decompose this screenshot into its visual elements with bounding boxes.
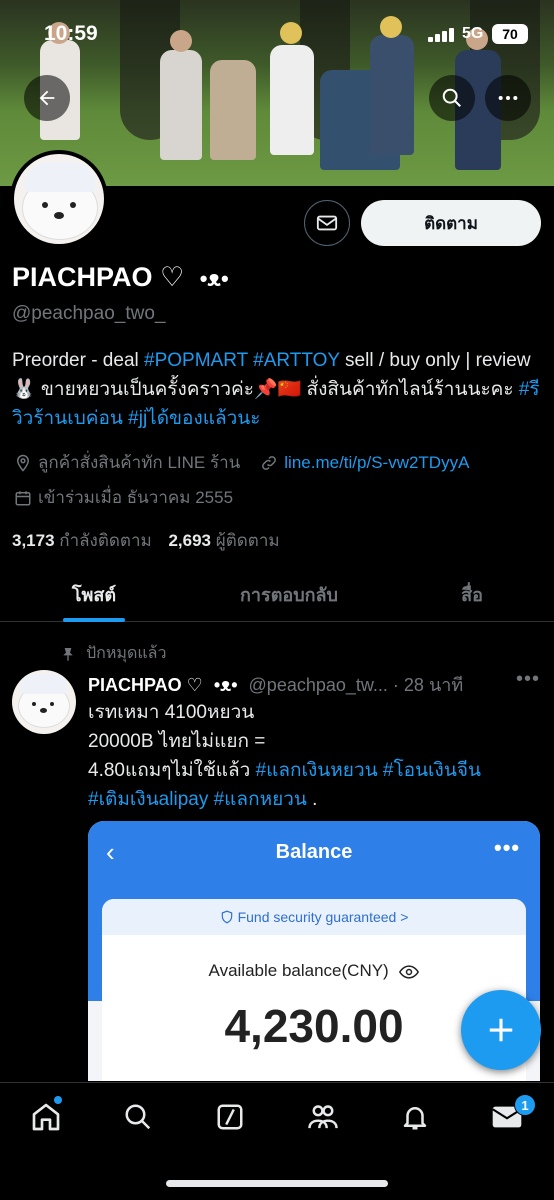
security-text: Fund security guaranteed > — [237, 909, 409, 925]
followers-label: ผู้ติดตาม — [215, 531, 280, 550]
plus-icon — [489, 1018, 513, 1042]
bio-hashtag-popmart[interactable]: #POPMART — [144, 350, 248, 371]
followers-link[interactable]: 2,693 ผู้ติดตาม — [168, 531, 279, 550]
profile-website-link[interactable]: line.me/ti/p/S-vw2TDyyA — [284, 453, 469, 473]
status-time: 10:59 — [44, 22, 98, 45]
post-header: PIACHPAO ♡ •ᴥ• @peachpao_tw... · 28 นาที — [88, 670, 508, 699]
post-hashtag-4[interactable]: #แลกหยวน — [214, 789, 307, 810]
following-count: 3,173 — [12, 531, 55, 550]
profile-handle: @peachpao_two_ — [12, 303, 166, 324]
profile-name: PIACHPAO ♡ •ᴥ• — [12, 262, 229, 293]
tab-replies[interactable]: การตอบกลับ — [188, 566, 390, 622]
security-banner: Fund security guaranteed > — [102, 899, 526, 935]
link-icon — [262, 455, 277, 470]
nav-search[interactable] — [118, 1097, 158, 1137]
post-avatar[interactable] — [12, 670, 76, 734]
eye-icon — [399, 964, 420, 979]
profile-location: ลูกค้าสั่งสินค้าทัก LINE ร้าน — [38, 453, 241, 472]
calendar-icon — [15, 490, 31, 505]
home-notification-dot — [54, 1096, 62, 1104]
messages-badge: 1 — [514, 1094, 536, 1116]
balance-card: Fund security guaranteed > Available bal… — [102, 899, 526, 1081]
grok-icon — [217, 1104, 243, 1130]
post-hashtag-2[interactable]: #โอนเงินจีน — [383, 760, 481, 781]
search-icon — [442, 88, 461, 107]
following-link[interactable]: 3,173 กำลังติดตาม — [12, 531, 152, 550]
post-body: เรทเหมา 4100หยวน 20000B ไทยไม่แยก = 4.80… — [88, 702, 266, 781]
balance-label: Available balance(CNY) — [102, 961, 526, 981]
post-more-icon[interactable]: ••• — [516, 668, 540, 691]
post-author-suffix: •ᴥ• — [213, 675, 238, 695]
profile-meta-row: ลูกค้าสั่งสินค้าทัก LINE ร้าน line.me/ti… — [14, 449, 469, 476]
profile-bio: Preorder - deal #POPMART #ARTTOY sell / … — [12, 346, 542, 433]
compose-button[interactable] — [461, 990, 541, 1070]
communities-icon — [308, 1105, 338, 1129]
more-options-button[interactable] — [485, 75, 531, 121]
location-icon — [16, 454, 30, 472]
bio-text: Preorder - deal — [12, 350, 145, 371]
embed-title: Balance — [275, 841, 353, 863]
follow-button[interactable]: ติดตาม — [361, 200, 541, 246]
balance-label-text: Available balance(CNY) — [208, 961, 389, 980]
shield-icon — [221, 910, 232, 924]
post-hashtag-3[interactable]: #เติมเงินalipay — [88, 789, 208, 810]
network-type: 5G — [462, 25, 484, 42]
profile-name-text: PIACHPAO ♡ — [12, 262, 185, 292]
following-label: กำลังติดตาม — [59, 531, 152, 550]
embed-more-icon: ••• — [494, 835, 521, 860]
nav-notifications[interactable] — [395, 1097, 435, 1137]
signal-icon — [428, 28, 456, 42]
profile-avatar[interactable] — [10, 150, 108, 248]
pinned-label-row: ปักหมุดแล้ว — [60, 641, 166, 666]
follow-counts: 3,173 กำลังติดตาม 2,693 ผู้ติดตาม — [12, 527, 280, 554]
status-bar: 10:59 5G 70 — [0, 20, 554, 50]
nav-communities[interactable] — [303, 1097, 343, 1137]
home-indicator — [166, 1180, 388, 1187]
tab-posts[interactable]: โพสต์ — [0, 566, 188, 622]
nav-grok[interactable] — [210, 1097, 250, 1137]
back-button[interactable] — [24, 75, 70, 121]
pinned-label: ปักหมุดแล้ว — [86, 645, 167, 662]
more-dots-icon — [498, 95, 518, 101]
profile-joined: เข้าร่วมเมื่อ ธันวาคม 2555 — [38, 488, 234, 507]
post-handle[interactable]: @peachpao_tw... — [249, 675, 388, 695]
profile-joined-row: เข้าร่วมเมื่อ ธันวาคม 2555 — [14, 484, 233, 511]
envelope-icon — [316, 215, 338, 231]
post-hashtag-1[interactable]: #แลกเงินหยวน — [256, 760, 378, 781]
bio-hashtag-jj[interactable]: #jjได้ของแล้วนะ — [128, 408, 260, 429]
battery-icon: 70 — [492, 24, 528, 44]
active-tab-indicator — [63, 618, 125, 622]
post-time: · 28 นาที — [392, 675, 464, 695]
post-text: เรทเหมา 4100หยวน 20000B ไทยไม่แยก = 4.80… — [88, 698, 538, 814]
bell-icon — [403, 1107, 427, 1130]
profile-name-suffix: •ᴥ• — [199, 266, 229, 291]
bio-hashtag-arttoy[interactable]: #ARTTOY — [253, 350, 340, 371]
tab-media[interactable]: สื่อ — [390, 566, 554, 622]
post-end: . — [306, 789, 318, 810]
profile-tabs: โพสต์ การตอบกลับ สื่อ — [0, 566, 554, 622]
post-author[interactable]: PIACHPAO ♡ — [88, 675, 203, 695]
arrow-left-icon — [39, 90, 55, 106]
pin-icon — [63, 647, 73, 661]
search-nav-icon — [125, 1104, 151, 1130]
home-icon — [32, 1103, 60, 1131]
search-button[interactable] — [429, 75, 475, 121]
message-button[interactable] — [304, 200, 350, 246]
followers-count: 2,693 — [168, 531, 211, 550]
